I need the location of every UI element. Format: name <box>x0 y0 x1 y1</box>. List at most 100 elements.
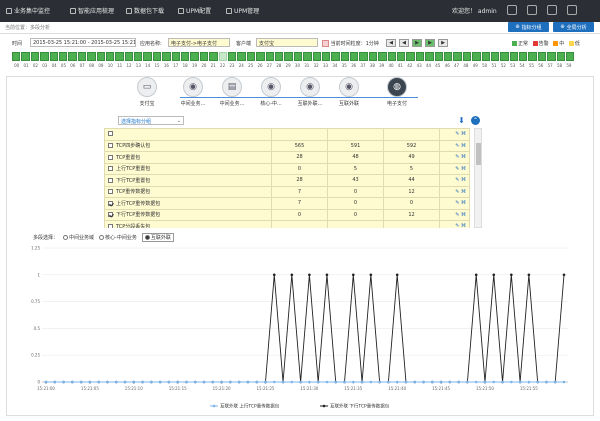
metric-group-button[interactable]: ⊕ 指标分组 <box>508 22 549 32</box>
timeline-minute-cell[interactable] <box>134 52 143 61</box>
radio-button[interactable] <box>99 235 105 240</box>
radio-button[interactable] <box>144 235 150 240</box>
radio-button[interactable] <box>63 235 69 240</box>
timeline-minute-cell[interactable] <box>218 52 227 61</box>
metric-checkbox[interactable] <box>108 223 113 228</box>
window-icon[interactable] <box>547 5 557 15</box>
timeline-minute-cell[interactable] <box>350 52 359 61</box>
timeline-minute-cell[interactable] <box>387 52 397 61</box>
last-page-button[interactable]: ▶ <box>438 39 448 47</box>
timeline-minute-cell[interactable] <box>124 52 134 61</box>
settings-icon[interactable] <box>507 5 517 15</box>
metric-checkbox[interactable] <box>108 189 113 195</box>
metric-checkbox[interactable] <box>108 143 113 149</box>
metric-checkbox[interactable] <box>108 166 113 172</box>
timeline-minute-cell[interactable] <box>199 52 209 61</box>
metric-checkbox[interactable] <box>108 212 113 218</box>
menu-item-upm-config[interactable]: UPM配置 <box>178 6 211 15</box>
timeline-minute-cell[interactable] <box>105 52 115 61</box>
metric-checkbox[interactable] <box>108 177 113 183</box>
metric-checkbox[interactable] <box>108 200 113 206</box>
timeline-minute-cell[interactable] <box>509 52 519 61</box>
segment-mode-option[interactable]: 互联外联 <box>141 233 174 242</box>
menu-item-app-analysis[interactable]: 智能应用梳理 <box>70 6 114 15</box>
segment-mode-option[interactable]: 中间业务域 <box>63 234 94 241</box>
timeline-minute-cell[interactable] <box>434 52 443 61</box>
timeline-minute-cell[interactable] <box>87 52 96 61</box>
collapse-up-icon[interactable]: ⌃ <box>471 116 480 125</box>
timeline-minute-cell[interactable] <box>256 52 265 61</box>
timeline-minute-cell[interactable] <box>566 52 575 61</box>
interval-checkbox[interactable] <box>322 40 329 47</box>
timeline-minute-cell[interactable] <box>274 52 284 61</box>
time-range-input[interactable]: 2015-03-25 15:21:00 - 2015-03-25 15:21:5… <box>30 38 136 47</box>
timeline-minute-cell[interactable] <box>30 52 40 61</box>
metric-checkbox[interactable] <box>108 154 113 160</box>
timeline-minute-cell[interactable] <box>490 52 500 61</box>
timeline-minute-cell[interactable] <box>547 52 556 61</box>
timeline-minute-cell[interactable] <box>359 52 368 61</box>
timeline-minute-cell[interactable] <box>368 52 378 61</box>
timeline-minute-cell[interactable] <box>528 52 537 61</box>
config-icon[interactable]: ⌘ <box>459 212 466 218</box>
first-page-button[interactable]: ◀ <box>386 39 396 47</box>
client-select[interactable]: 支付宝 <box>256 38 318 47</box>
timeline-minute-cell[interactable] <box>312 52 321 61</box>
logout-icon[interactable] <box>567 5 577 15</box>
timeline-minute-cell[interactable] <box>68 52 77 61</box>
timeline-minute-cell[interactable] <box>96 52 105 61</box>
home-icon[interactable] <box>527 5 537 15</box>
timeline-minute-cell[interactable] <box>462 52 472 61</box>
timeline-minute-cell[interactable] <box>406 52 415 61</box>
timeline-minute-cell[interactable] <box>284 52 293 61</box>
timeline-minute-cell[interactable] <box>209 52 218 61</box>
timeline-minute-cell[interactable] <box>340 52 350 61</box>
timeline-minute-cell[interactable] <box>77 52 87 61</box>
timeline-minute-cell[interactable] <box>537 52 547 61</box>
timeline-minute-cell[interactable] <box>190 52 199 61</box>
timeline-minute-cell[interactable] <box>321 52 331 61</box>
timeline-minute-cell[interactable] <box>40 52 49 61</box>
timeline-minute-cell[interactable] <box>152 52 162 61</box>
timeline-minute-cell[interactable] <box>265 52 274 61</box>
menu-item-business-monitor[interactable]: 业务集中监控 <box>6 6 50 15</box>
prev-button[interactable]: ◀ <box>399 39 409 47</box>
timeline-minute-cell[interactable] <box>425 52 434 61</box>
timeline-minute-cell[interactable] <box>303 52 312 61</box>
metric-checkbox[interactable] <box>108 131 113 137</box>
timeline-minute-cell[interactable] <box>181 52 190 61</box>
timeline-minute-cell[interactable] <box>12 52 21 61</box>
segment-mode-option[interactable]: 核心-中间业务 <box>99 234 137 241</box>
timeline-minute-cell[interactable] <box>331 52 340 61</box>
timeline-minute-cell[interactable] <box>415 52 425 61</box>
download-icon[interactable]: ⬇ <box>457 116 466 125</box>
timeline-minute-cell[interactable] <box>237 52 246 61</box>
timeline-minute-cell[interactable] <box>293 52 303 61</box>
timeline-minute-cell[interactable] <box>58 52 68 61</box>
menu-item-packet-download[interactable]: 数据包下载 <box>126 6 164 15</box>
timeline-minute-cell[interactable] <box>115 52 124 61</box>
timeline-minute-cell[interactable] <box>472 52 481 61</box>
config-icon[interactable]: ⌘ <box>459 143 466 149</box>
app-name-select[interactable]: 电子支付->电子支付 <box>168 38 230 47</box>
config-icon[interactable]: ⌘ <box>459 154 466 160</box>
timeline-minute-cell[interactable] <box>246 52 256 61</box>
config-icon[interactable]: ⌘ <box>459 189 466 195</box>
flow-node[interactable]: ▭ 支付宝 <box>122 77 172 107</box>
scrollbar-thumb[interactable] <box>476 143 481 165</box>
minute-timeline[interactable] <box>12 52 575 61</box>
timeline-minute-cell[interactable] <box>519 52 528 61</box>
timeline-minute-cell[interactable] <box>397 52 406 61</box>
timeline-minute-cell[interactable] <box>378 52 387 61</box>
timeline-minute-cell[interactable] <box>49 52 58 61</box>
play-button[interactable]: ▶ <box>412 39 422 47</box>
next-button[interactable]: ▶ <box>425 39 435 47</box>
timeline-minute-cell[interactable] <box>453 52 462 61</box>
timeline-minute-cell[interactable] <box>227 52 237 61</box>
timeline-minute-cell[interactable] <box>162 52 171 61</box>
timeline-minute-cell[interactable] <box>556 52 566 61</box>
timeline-minute-cell[interactable] <box>143 52 152 61</box>
menu-item-upm-manage[interactable]: UPM管理 <box>226 6 259 15</box>
config-icon[interactable]: ⌘ <box>459 200 466 206</box>
table-scrollbar[interactable] <box>474 128 482 228</box>
